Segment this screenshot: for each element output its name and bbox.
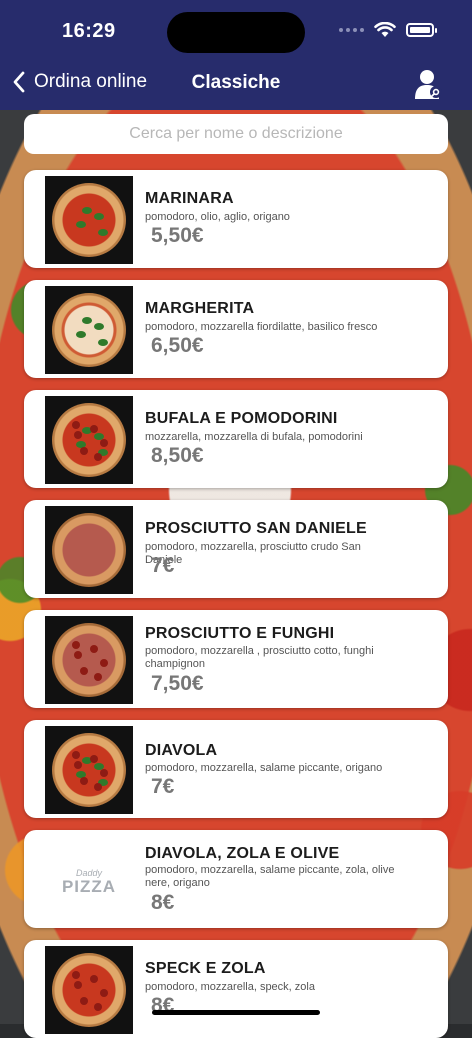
pizza-name: PROSCIUTTO SAN DANIELE <box>145 520 367 537</box>
user-account-icon[interactable] <box>414 68 444 100</box>
page-title: Classiche <box>191 72 281 93</box>
pizza-marinara-image <box>45 176 133 264</box>
pizza-funghi-image <box>45 616 133 704</box>
pizza-card-marinara[interactable]: MARINARA pomodoro, olio, aglio, origano … <box>24 170 448 268</box>
pizza-price: 7€ <box>151 775 175 798</box>
pizza-prosciutto-image <box>45 506 133 594</box>
pizza-description: mozzarella, mozzarella di bufala, pomodo… <box>145 431 363 443</box>
home-indicator[interactable] <box>152 1010 320 1015</box>
pizza-logo-image: Daddy PIZZA <box>45 836 133 924</box>
pizza-card-margherita[interactable]: MARGHERITA pomodoro, mozzarella fiordila… <box>24 280 448 378</box>
wifi-icon <box>374 22 396 37</box>
pizza-bufala-image <box>45 396 133 484</box>
pizza-card-diavola[interactable]: DIAVOLA pomodoro, mozzarella, salame pic… <box>24 720 448 818</box>
pizza-price: 8,50€ <box>151 444 204 467</box>
pizza-card-speck-e-zola[interactable]: SPECK E ZOLA pomodoro, mozzarella, speck… <box>24 940 448 1038</box>
pizza-margherita-image <box>45 286 133 374</box>
pizza-name: SPECK E ZOLA <box>145 960 266 977</box>
pizza-description: pomodoro, mozzarella, prosciutto crudo S… <box>145 541 361 566</box>
status-time: 16:29 <box>62 20 116 42</box>
pizza-description: pomodoro, mozzarella, speck, zola <box>145 981 315 993</box>
pizza-price: 5,50€ <box>151 224 204 247</box>
pizza-description: pomodoro, mozzarella, salame piccante, o… <box>145 762 383 774</box>
pizza-name: BUFALA E POMODORINI <box>145 410 338 427</box>
pizza-name: PROSCIUTTO E FUNGHI <box>145 625 335 642</box>
status-icons <box>339 22 437 38</box>
pizza-description: pomodoro, mozzarella, salame piccante, z… <box>145 864 395 889</box>
pizza-name: MARINARA <box>145 190 234 207</box>
pizza-card-prosciutto-e-funghi[interactable]: PROSCIUTTO E FUNGHI pomodoro, mozzarella… <box>24 610 448 708</box>
pizza-name: DIAVOLA <box>145 742 218 759</box>
pizza-price: 8€ <box>151 891 175 914</box>
pizza-speck-image <box>45 946 133 1034</box>
pizza-price: 6,50€ <box>151 334 204 357</box>
pizza-price: 7€ <box>151 554 175 577</box>
pizza-card-bufala-e-pomodorini[interactable]: BUFALA E POMODORINI mozzarella, mozzarel… <box>24 390 448 488</box>
pizza-card-prosciutto-san-daniele[interactable]: PROSCIUTTO SAN DANIELE pomodoro, mozzare… <box>24 500 448 598</box>
dynamic-island <box>167 12 305 53</box>
status-bar: 16:29 <box>0 0 472 62</box>
pizza-diavola-image <box>45 726 133 814</box>
pizza-card-diavola-zola-e-olive[interactable]: Daddy PIZZA DIAVOLA, ZOLA E OLIVE pomodor… <box>24 830 448 928</box>
daddy-pizza-logo: Daddy PIZZA <box>61 868 117 896</box>
pizza-price: 7,50€ <box>151 672 204 695</box>
search-input[interactable]: Cerca per nome o descrizione <box>24 114 448 154</box>
battery-icon <box>406 23 437 37</box>
pizza-name: DIAVOLA, ZOLA E OLIVE <box>145 845 340 862</box>
cellular-signal-icon <box>339 28 364 32</box>
pizza-name: MARGHERITA <box>145 300 255 317</box>
pizza-description: pomodoro, olio, aglio, origano <box>145 211 290 223</box>
navigation-bar: Ordina online Classiche <box>0 62 472 110</box>
pizza-description: pomodoro, mozzarella , prosciutto cotto,… <box>145 645 374 670</box>
pizza-description: pomodoro, mozzarella fiordilatte, basili… <box>145 321 378 333</box>
